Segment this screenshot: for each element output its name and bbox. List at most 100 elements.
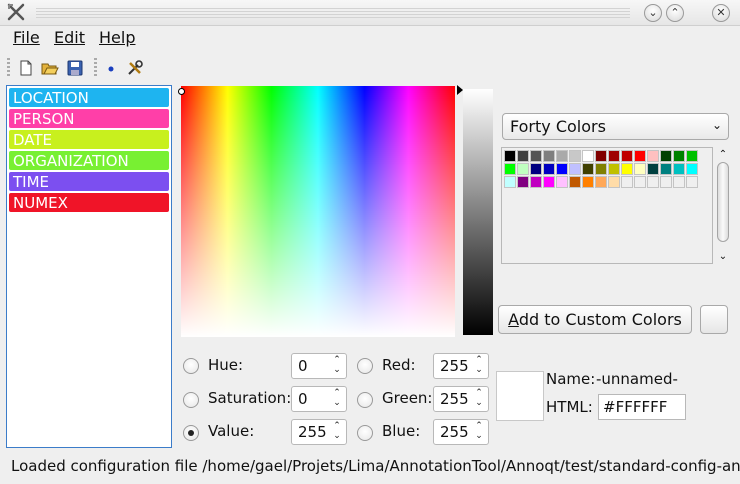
red-spinbox[interactable]: 255 ⌃ ⌄ xyxy=(433,353,489,379)
color-swatch[interactable] xyxy=(530,176,542,188)
color-swatch[interactable] xyxy=(543,163,555,175)
green-spinbox[interactable]: 255 ⌃ ⌄ xyxy=(433,386,489,412)
color-swatch[interactable] xyxy=(686,150,698,162)
blue-radio[interactable] xyxy=(357,425,373,441)
hue-saturation-spectrum[interactable] xyxy=(181,86,455,337)
color-swatch[interactable] xyxy=(634,150,646,162)
luminance-handle[interactable] xyxy=(457,85,463,95)
entity-list: LOCATION PERSON DATE ORGANIZATION TIME N… xyxy=(6,85,172,448)
color-swatch[interactable] xyxy=(673,176,685,188)
color-swatch[interactable] xyxy=(543,176,555,188)
blue-spinbox[interactable]: 255 ⌃ ⌄ xyxy=(433,419,489,445)
scroll-down-icon[interactable]: ⌄ xyxy=(716,251,730,263)
scroll-up-icon[interactable]: ⌃ xyxy=(716,149,730,161)
luminance-slider[interactable] xyxy=(463,89,493,335)
spin-arrows-icon[interactable]: ⌃ ⌄ xyxy=(331,388,343,410)
entity-time[interactable]: TIME xyxy=(9,172,169,191)
color-swatch[interactable] xyxy=(608,150,620,162)
name-value: -unnamed- xyxy=(596,370,678,388)
close-icon[interactable]: ✕ xyxy=(712,4,730,22)
scroll-handle[interactable] xyxy=(717,162,729,242)
color-swatch[interactable] xyxy=(504,163,516,175)
color-swatch[interactable] xyxy=(582,163,594,175)
color-swatch[interactable] xyxy=(660,163,672,175)
select-entity-icon[interactable] xyxy=(102,59,120,77)
color-swatch[interactable] xyxy=(517,176,529,188)
entity-person[interactable]: PERSON xyxy=(9,109,169,128)
color-swatch[interactable] xyxy=(582,150,594,162)
menu-file[interactable]: File xyxy=(13,28,40,47)
name-label: Name: xyxy=(546,370,596,388)
minimize-icon[interactable]: ⌄ xyxy=(644,4,662,22)
color-swatch[interactable] xyxy=(673,163,685,175)
color-swatch[interactable] xyxy=(569,163,581,175)
color-swatch[interactable] xyxy=(504,176,516,188)
spin-arrows-icon[interactable]: ⌃ ⌄ xyxy=(473,388,485,410)
tools-icon[interactable] xyxy=(126,59,144,77)
green-radio[interactable] xyxy=(357,392,373,408)
color-swatch[interactable] xyxy=(621,150,633,162)
title-grip xyxy=(36,8,630,18)
color-swatch[interactable] xyxy=(647,150,659,162)
entity-location[interactable]: LOCATION xyxy=(9,88,169,107)
color-swatch[interactable] xyxy=(530,163,542,175)
color-swatch[interactable] xyxy=(686,176,698,188)
menu-edit[interactable]: Edit xyxy=(54,28,85,47)
color-swatch[interactable] xyxy=(647,176,659,188)
color-swatch[interactable] xyxy=(647,163,659,175)
hue-radio[interactable] xyxy=(183,358,199,374)
saturation-spinbox[interactable]: 0 ⌃ ⌄ xyxy=(291,386,347,412)
color-swatch[interactable] xyxy=(504,150,516,162)
color-swatch[interactable] xyxy=(634,176,646,188)
color-swatch[interactable] xyxy=(634,163,646,175)
color-swatch[interactable] xyxy=(569,176,581,188)
spin-arrows-icon[interactable]: ⌃ ⌄ xyxy=(331,355,343,377)
color-swatch[interactable] xyxy=(595,150,607,162)
hue-spinbox[interactable]: 0 ⌃ ⌄ xyxy=(291,353,347,379)
entity-date[interactable]: DATE xyxy=(9,130,169,149)
custom-color-slot[interactable] xyxy=(700,305,728,334)
color-swatch[interactable] xyxy=(582,176,594,188)
entity-numex[interactable]: NUMEX xyxy=(9,193,169,212)
value-spinbox[interactable]: 255 ⌃ ⌄ xyxy=(291,419,347,445)
color-swatch[interactable] xyxy=(517,163,529,175)
spectrum-cursor[interactable] xyxy=(178,88,185,95)
swatch-scrollbar[interactable]: ⌃ ⌄ xyxy=(716,147,730,264)
save-icon[interactable] xyxy=(66,59,84,77)
toolbar-handle[interactable] xyxy=(7,58,10,78)
red-radio[interactable] xyxy=(357,358,373,374)
open-folder-icon[interactable] xyxy=(41,59,59,77)
color-swatch[interactable] xyxy=(556,150,568,162)
color-swatch[interactable] xyxy=(543,150,555,162)
app-icon xyxy=(7,3,25,21)
color-swatch[interactable] xyxy=(621,163,633,175)
spin-arrows-icon[interactable]: ⌃ ⌄ xyxy=(331,421,343,443)
color-swatch[interactable] xyxy=(621,176,633,188)
color-swatch[interactable] xyxy=(608,176,620,188)
color-swatch[interactable] xyxy=(673,150,685,162)
color-swatch[interactable] xyxy=(660,150,672,162)
color-swatch[interactable] xyxy=(660,176,672,188)
red-label: Red: xyxy=(382,356,416,374)
color-swatch[interactable] xyxy=(556,176,568,188)
html-color-input[interactable]: #FFFFFF xyxy=(598,394,686,420)
value-radio[interactable] xyxy=(183,425,199,441)
color-swatch[interactable] xyxy=(608,163,620,175)
color-swatch[interactable] xyxy=(595,163,607,175)
color-swatch[interactable] xyxy=(530,150,542,162)
entity-organization[interactable]: ORGANIZATION xyxy=(9,151,169,170)
color-swatch[interactable] xyxy=(556,163,568,175)
color-swatch[interactable] xyxy=(569,150,581,162)
maximize-icon[interactable]: ⌃ xyxy=(666,4,684,22)
color-swatch[interactable] xyxy=(595,176,607,188)
spin-arrows-icon[interactable]: ⌃ ⌄ xyxy=(473,421,485,443)
saturation-radio[interactable] xyxy=(183,392,199,408)
spin-arrows-icon[interactable]: ⌃ ⌄ xyxy=(473,355,485,377)
menu-edit-label: Edit xyxy=(54,28,85,47)
palette-select[interactable]: Forty Colors ⌄ xyxy=(502,113,729,140)
color-swatch[interactable] xyxy=(517,150,529,162)
color-swatch[interactable] xyxy=(686,163,698,175)
add-custom-colors-button[interactable]: Add to Custom Colors xyxy=(498,305,692,334)
new-file-icon[interactable] xyxy=(17,59,35,77)
menu-help[interactable]: Help xyxy=(99,28,135,47)
